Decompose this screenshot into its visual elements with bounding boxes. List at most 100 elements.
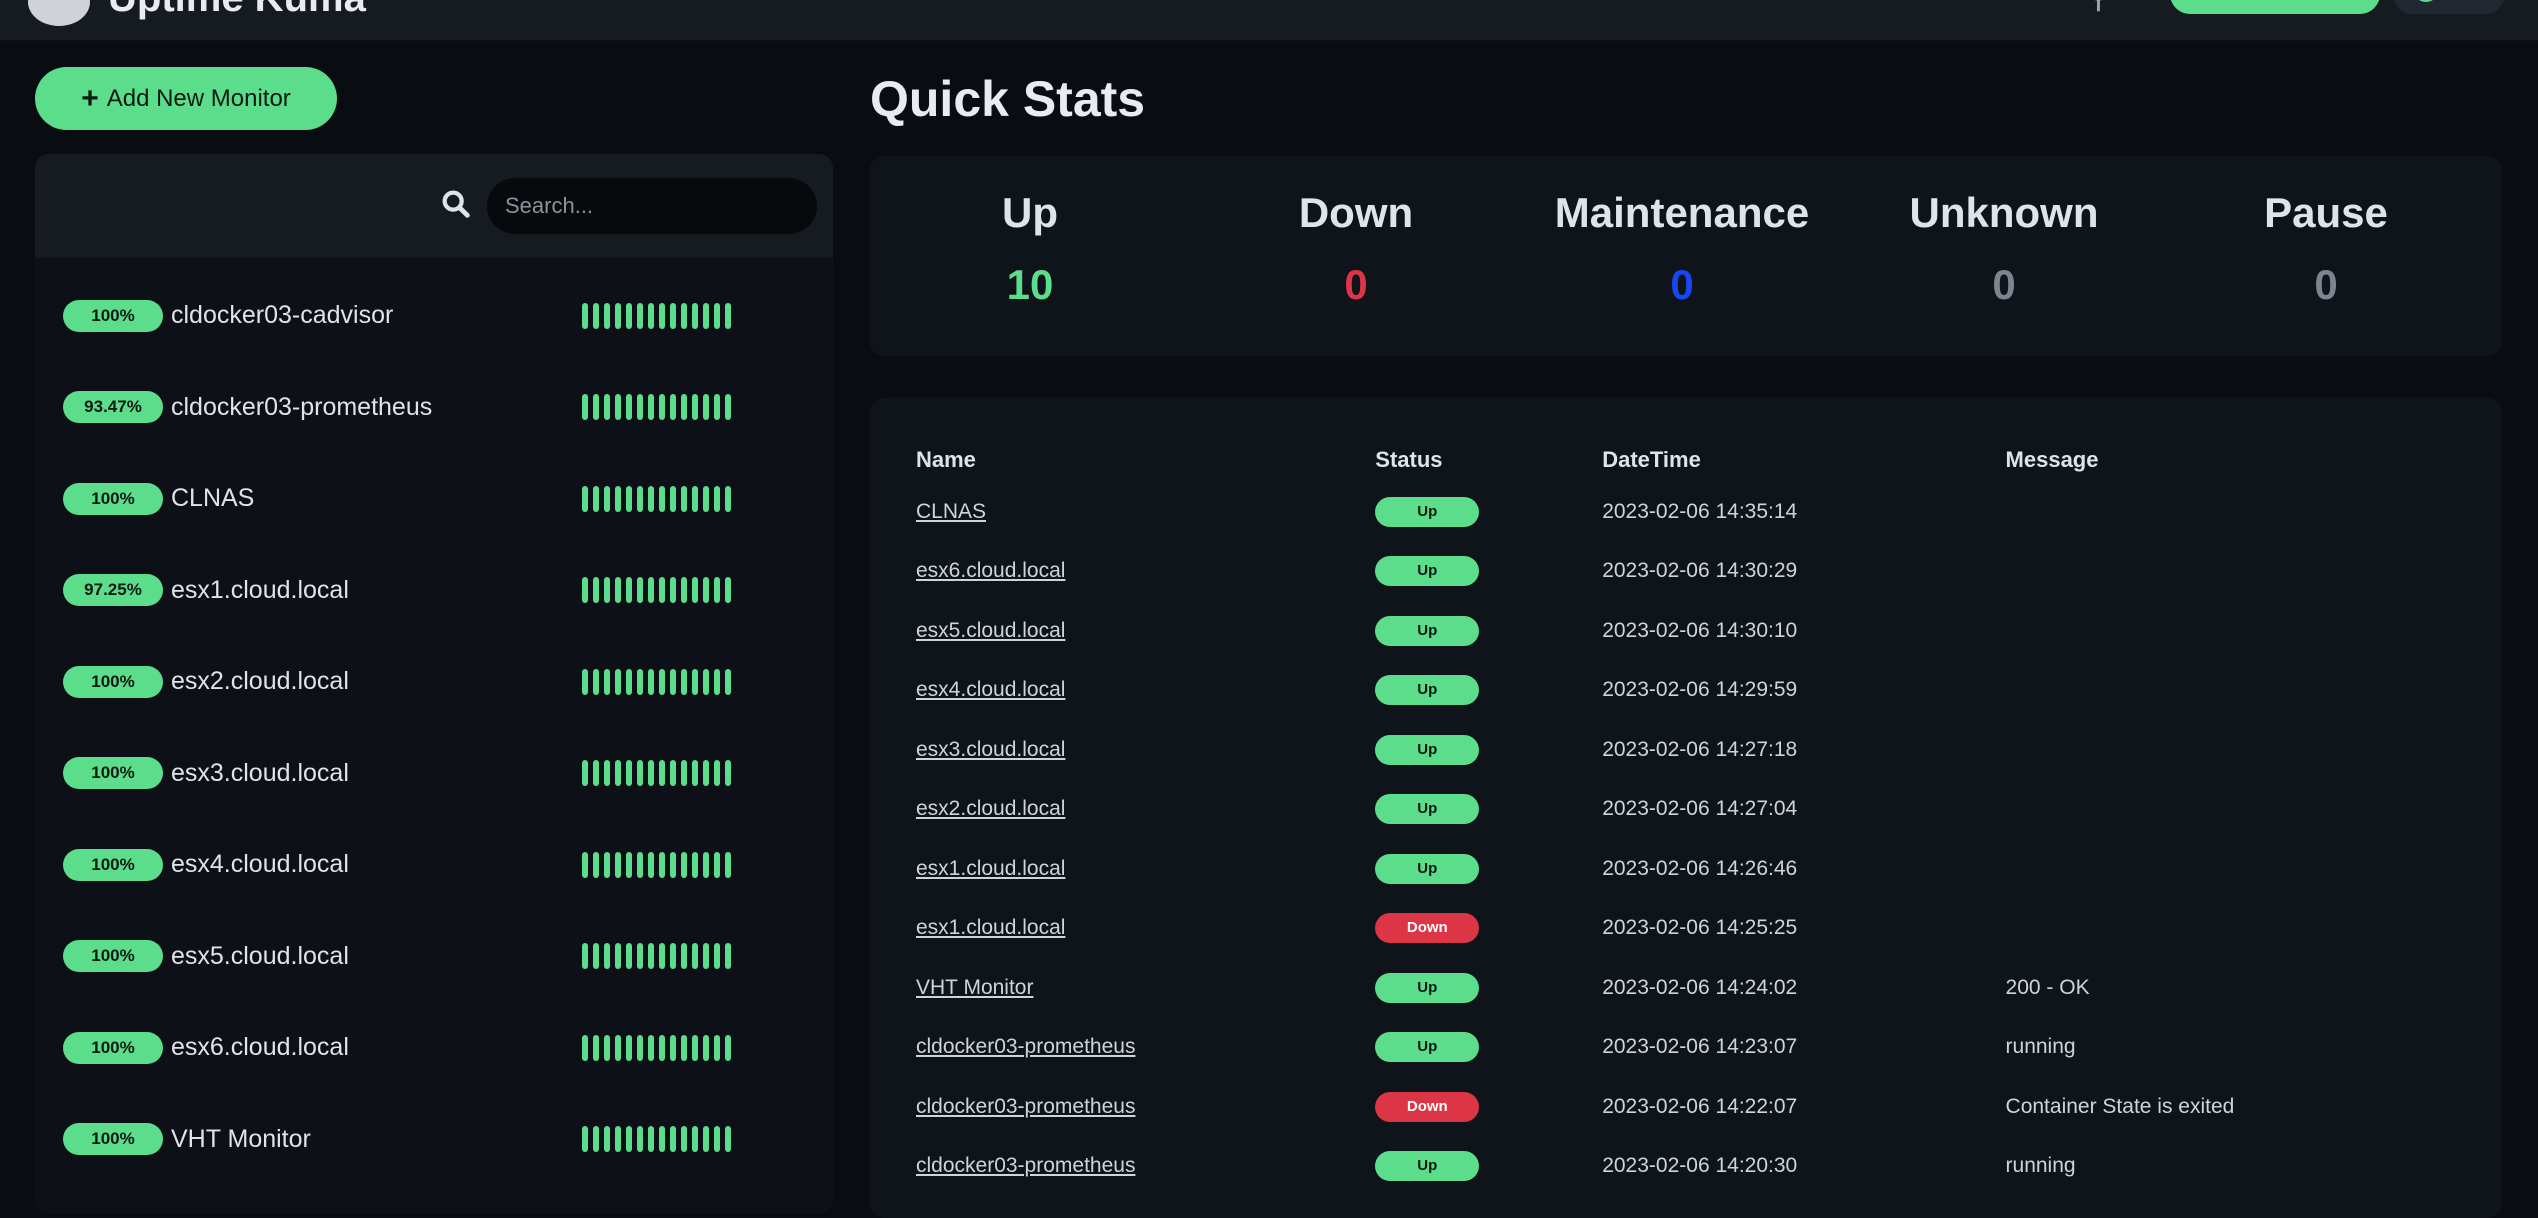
- heartbeat-beat: [593, 1034, 599, 1061]
- heartbeat-beat: [692, 943, 698, 970]
- heartbeat-beat: [670, 760, 676, 787]
- heartbeat-beat: [670, 668, 676, 695]
- stat-value: 0: [1670, 261, 1694, 308]
- cell-status: Up: [1375, 661, 1602, 721]
- cell-datetime: 2023-02-06 14:20:30: [1602, 1154, 1798, 1178]
- cell-message: [2006, 542, 2502, 602]
- cell-message: running: [2005, 1154, 2076, 1178]
- monitor-link[interactable]: esx2.cloud.local: [916, 797, 1065, 820]
- monitor-link[interactable]: cldocker03-prometheus: [916, 1154, 1135, 1177]
- monitor-list-item[interactable]: 100% VHT Monitor: [35, 1094, 833, 1186]
- top-nav-button[interactable]: [2170, 0, 2380, 14]
- monitor-list-item[interactable]: 100% esx4.cloud.local: [35, 819, 833, 911]
- heartbeat-beat: [670, 851, 676, 878]
- cell-name: esx2.cloud.local: [916, 780, 1375, 840]
- heartbeat-bar: [582, 1126, 731, 1153]
- heartbeat-bar: [582, 302, 731, 329]
- heartbeat-beat: [670, 577, 676, 604]
- monitor-link[interactable]: cldocker03-prometheus: [916, 1095, 1135, 1118]
- heartbeat-beat: [637, 302, 643, 329]
- status-badge: Up: [1375, 556, 1480, 587]
- heartbeat-beat: [615, 760, 621, 787]
- heartbeat-beat: [714, 851, 720, 878]
- search-input[interactable]: [487, 178, 817, 234]
- cell-datetime: 2023-02-06 14:26:46: [1602, 856, 1798, 880]
- cell-datetime: 2023-02-06 14:25:25: [1602, 916, 1798, 940]
- heartbeat-beat: [681, 302, 687, 329]
- heartbeat-beat: [626, 1034, 632, 1061]
- monitor-link[interactable]: cldocker03-prometheus: [916, 1035, 1135, 1058]
- monitor-name: CLNAS: [171, 484, 255, 513]
- heartbeat-beat: [604, 302, 610, 329]
- status-badge: Up: [1375, 1032, 1480, 1063]
- heartbeat-beat: [659, 668, 665, 695]
- app-logo[interactable]: [28, 0, 90, 26]
- profile-dropdown[interactable]: [2393, 0, 2505, 14]
- heartbeat-bar: [582, 1034, 731, 1061]
- monitor-link[interactable]: esx1.cloud.local: [916, 857, 1065, 880]
- cell-datetime: 2023-02-06 14:27:18: [1602, 737, 1798, 761]
- heartbeat-beat: [714, 302, 720, 329]
- column-header-datetime: DateTime: [1602, 447, 1701, 472]
- monitor-link[interactable]: esx5.cloud.local: [916, 619, 1065, 642]
- monitor-list-item[interactable]: 100% esx3.cloud.local: [35, 728, 833, 820]
- heartbeat-beat: [582, 851, 588, 878]
- heartbeat-beat: [615, 394, 621, 421]
- monitor-list-item[interactable]: 100% esx5.cloud.local: [35, 911, 833, 1003]
- heartbeat-beat: [637, 1034, 643, 1061]
- heartbeat-beat: [626, 394, 632, 421]
- monitor-list-item[interactable]: 93.47% cldocker03-prometheus: [35, 362, 833, 454]
- monitor-list-item[interactable]: 97.25% esx1.cloud.local: [35, 545, 833, 637]
- monitor-link[interactable]: VHT Monitor: [916, 976, 1033, 999]
- heartbeat-beat: [637, 943, 643, 970]
- heartbeat-beat: [582, 1034, 588, 1061]
- uptime-badge: 93.47%: [63, 391, 163, 424]
- quick-stats-card: Up 10 Down 0 Maintenance 0 Unknown 0 Pau…: [870, 156, 2502, 356]
- monitor-link[interactable]: esx4.cloud.local: [916, 678, 1065, 701]
- heartbeat-beat: [648, 302, 654, 329]
- table-header-row: Name Status DateTime Message: [916, 438, 2502, 482]
- page-title: Quick Stats: [870, 71, 1146, 127]
- monitor-list-item[interactable]: 100% CLNAS: [35, 453, 833, 545]
- uptime-badge: 100%: [63, 1031, 163, 1064]
- heartbeat-beat: [593, 577, 599, 604]
- monitor-link[interactable]: esx1.cloud.local: [916, 916, 1065, 939]
- monitor-link[interactable]: esx6.cloud.local: [916, 559, 1065, 582]
- cell-name: cldocker03-prometheus: [916, 1018, 1375, 1078]
- stat-label: Down: [1298, 189, 1414, 236]
- monitor-name: esx3.cloud.local: [171, 758, 349, 787]
- heartbeat-beat: [626, 1126, 632, 1153]
- heartbeat-beat: [681, 1034, 687, 1061]
- monitor-link[interactable]: esx3.cloud.local: [916, 738, 1065, 761]
- heartbeat-beat: [681, 760, 687, 787]
- cell-message: [2006, 482, 2502, 542]
- status-badge: Up: [1375, 675, 1480, 706]
- monitor-list-item[interactable]: 100% esx6.cloud.local: [35, 1002, 833, 1094]
- heartbeat-beat: [703, 1126, 709, 1153]
- bell-icon[interactable]: ⚲: [2086, 0, 2111, 16]
- cell-datetime: 2023-02-06 14:30:29: [1602, 559, 1798, 583]
- cell-datetime: 2023-02-06 14:22:07: [1602, 1094, 1798, 1118]
- monitor-link[interactable]: CLNAS: [916, 500, 986, 523]
- monitor-name: cldocker03-prometheus: [171, 392, 433, 421]
- status-badge: Down: [1375, 1091, 1480, 1122]
- add-new-monitor-button[interactable]: + Add New Monitor: [35, 67, 337, 130]
- monitor-list-item[interactable]: 100% esx2.cloud.local: [35, 636, 833, 728]
- stat-up: Up 10: [870, 188, 1190, 310]
- table-row: esx6.cloud.local Up 2023-02-06 14:30:29: [916, 542, 2502, 602]
- heartbeat-beat: [681, 577, 687, 604]
- heartbeat-beat: [692, 302, 698, 329]
- monitor-list-item[interactable]: 100% cldocker03-cadvisor: [35, 270, 833, 362]
- heartbeat-beat: [725, 1034, 731, 1061]
- heartbeat-bar: [582, 668, 731, 695]
- status-badge: Up: [1375, 615, 1480, 646]
- heartbeat-beat: [703, 302, 709, 329]
- cell-status: Down: [1375, 899, 1602, 959]
- status-badge: Up: [1375, 794, 1480, 825]
- heartbeat-beat: [670, 485, 676, 512]
- monitor-list-item[interactable]: [35, 1185, 833, 1214]
- heartbeat-beat: [604, 1034, 610, 1061]
- app-title[interactable]: Uptime Kuma: [108, 0, 366, 18]
- monitor-name: esx4.cloud.local: [171, 850, 349, 879]
- heartbeat-beat: [626, 485, 632, 512]
